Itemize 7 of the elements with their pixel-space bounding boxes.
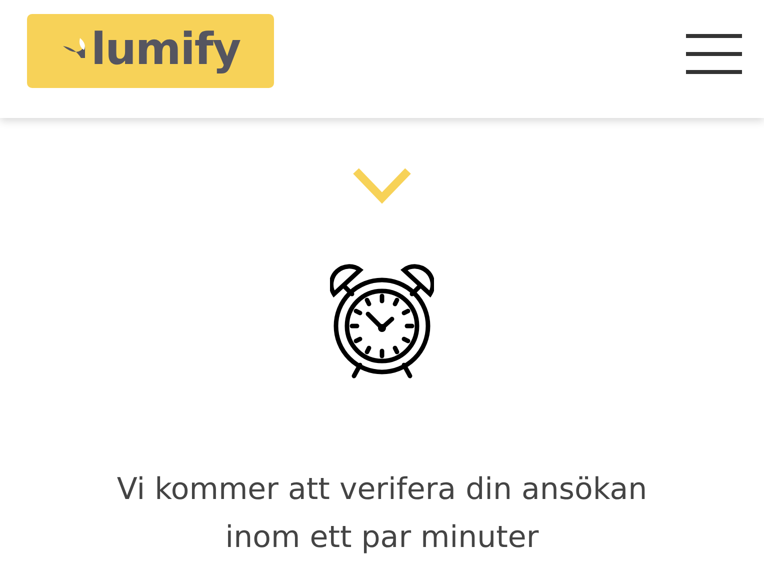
menu-icon[interactable] xyxy=(686,34,742,74)
chevron-down-icon xyxy=(353,168,411,204)
status-message: Vi kommer att verifera din ansökan inom ett par minuter xyxy=(116,471,648,557)
alarm-clock-icon xyxy=(330,264,434,380)
leaf-icon xyxy=(63,38,87,60)
logo-text: lumify xyxy=(91,24,240,74)
logo[interactable]: lumify xyxy=(27,14,274,88)
